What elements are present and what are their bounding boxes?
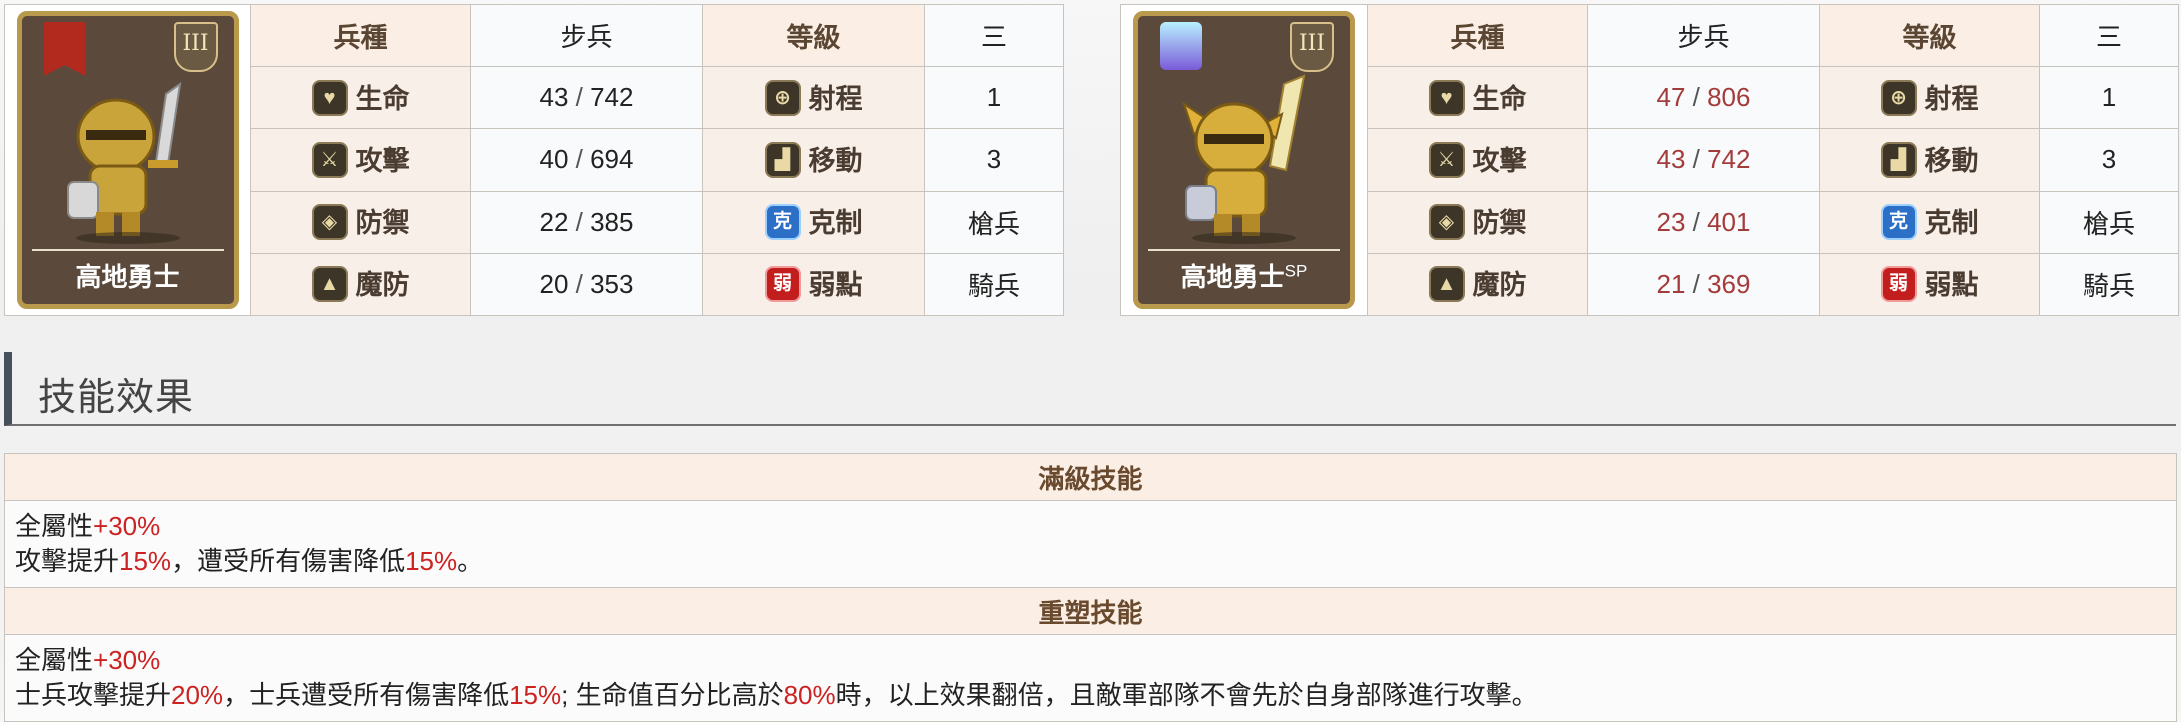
rank-badge: III (1290, 22, 1334, 72)
skill-text: 士兵攻擊提升 (15, 680, 172, 710)
highlight-value: 15% (119, 546, 172, 576)
unit-name: 高地勇士 (31, 249, 224, 294)
heart-icon: ♥ (1428, 79, 1465, 116)
skill-text: ; 生命值百分比高於 (561, 680, 784, 710)
counter-icon: 克 (1880, 204, 1917, 241)
faction-banner-icon (43, 22, 86, 76)
skill-text: 全屬性 (15, 511, 94, 541)
golden-winged-knight-icon (1182, 74, 1306, 244)
skill-text: ，士兵遭受所有傷害降低 (223, 680, 510, 710)
skill-header-remake: 重塑技能 (4, 587, 2177, 635)
shield-icon: ◈ (311, 204, 348, 241)
skill-line: 全屬性+30% (15, 509, 2166, 544)
shield-icon: ◈ (1428, 204, 1465, 241)
stat-value-hp: 43 / 742 (470, 66, 703, 130)
level-label: 等級 (1819, 3, 2040, 68)
skill-text: 。 (457, 546, 484, 576)
stat-label-move: ▟ 移動 (702, 128, 925, 192)
heart-icon: ♥ (311, 79, 348, 116)
stat-value-move: 3 (2039, 128, 2179, 192)
skill-header-max: 滿級技能 (4, 453, 2177, 501)
stat-value-def: 23 / 401 (1587, 190, 1820, 254)
stat-label-def: ◈ 防禦 (1367, 190, 1588, 254)
type-value: 步兵 (470, 3, 703, 68)
highlight-value: +30% (93, 645, 161, 675)
stat-value-counter: 槍兵 (924, 190, 1064, 254)
stat-value-def: 22 / 385 (470, 190, 703, 254)
hat-icon: ▲ (311, 266, 348, 303)
stat-label-weakness: 弱弱點 (1819, 252, 2040, 317)
skill-line: 全屬性+30% (15, 643, 2166, 678)
stat-value-mdef: 21 / 369 (1587, 252, 1820, 317)
type-label: 兵種 (250, 3, 471, 68)
stat-label-mdef: ▲ 魔防 (1367, 252, 1588, 317)
sp-banner-icon (1160, 22, 1202, 70)
stat-value-range: 1 (2039, 66, 2179, 130)
skill-body-remake: 全屬性+30% 士兵攻擊提升20%，士兵遭受所有傷害降低15%; 生命值百分比高… (4, 634, 2177, 722)
weakness-icon: 弱 (764, 266, 801, 303)
skill-text: 攻擊提升 (15, 546, 120, 576)
counter-icon: 克 (764, 204, 801, 241)
stat-value-atk: 43 / 742 (1587, 128, 1820, 192)
stat-value-hp: 47 / 806 (1587, 66, 1820, 130)
stat-label-mdef: ▲ 魔防 (250, 252, 471, 317)
sword-icon: ⚔ (1428, 141, 1465, 178)
boot-icon: ▟ (1880, 141, 1917, 178)
hat-icon: ▲ (1428, 266, 1465, 303)
unit-table-2: III 高地勇士SP 兵種 步兵 等級 三 ♥ 生命 47 / 806 ⊕ 射程… (1120, 3, 2179, 317)
unit-table-1: III 高地勇士 兵種 步兵 等級 三 ♥ 生命 43 / 742 ⊕ 射程 1… (4, 3, 1064, 317)
unit-portrait[interactable]: III 高地勇士 (4, 4, 251, 316)
stat-value-mdef: 20 / 353 (470, 252, 703, 317)
stat-label-weakness: 弱弱點 (702, 252, 925, 317)
stat-value-range: 1 (924, 66, 1064, 130)
crosshair-icon: ⊕ (1880, 79, 1917, 116)
weakness-icon: 弱 (1880, 266, 1917, 303)
stat-label-atk: ⚔ 攻擊 (1367, 128, 1588, 192)
stat-label-hp: ♥ 生命 (250, 66, 471, 130)
stat-label-counter: 克克制 (1819, 190, 2040, 254)
stat-label-move: ▟ 移動 (1819, 128, 2040, 192)
stat-label-counter: 克克制 (702, 190, 925, 254)
stat-value-weakness: 騎兵 (924, 252, 1064, 317)
skill-line: 士兵攻擊提升20%，士兵遭受所有傷害降低15%; 生命值百分比高於80%時，以上… (15, 678, 2166, 713)
skill-text: ，遭受所有傷害降低 (171, 546, 406, 576)
level-value: 三 (924, 3, 1064, 68)
stat-label-range: ⊕ 射程 (702, 66, 925, 130)
stat-value-counter: 槍兵 (2039, 190, 2179, 254)
unit-name-sp: 高地勇士SP (1148, 249, 1340, 294)
stat-value-move: 3 (924, 128, 1064, 192)
crosshair-icon: ⊕ (764, 79, 801, 116)
skill-table: 滿級技能 全屬性+30% 攻擊提升15%，遭受所有傷害降低15%。 重塑技能 全… (4, 453, 2177, 722)
type-value: 步兵 (1587, 3, 1820, 68)
highlight-value: 80% (783, 680, 836, 710)
stat-label-atk: ⚔ 攻擊 (250, 128, 471, 192)
rank-badge: III (173, 22, 218, 72)
level-value: 三 (2039, 3, 2179, 68)
section-title: 技能效果 (38, 375, 195, 419)
level-label: 等級 (702, 3, 925, 68)
stat-label-hp: ♥ 生命 (1367, 66, 1588, 130)
boot-icon: ▟ (764, 141, 801, 178)
stat-value-weakness: 騎兵 (2039, 252, 2179, 317)
sword-icon: ⚔ (311, 141, 348, 178)
skill-body-max: 全屬性+30% 攻擊提升15%，遭受所有傷害降低15%。 (4, 500, 2177, 588)
unit-card[interactable]: III 高地勇士 (16, 11, 239, 309)
stat-value-atk: 40 / 694 (470, 128, 703, 192)
skill-line: 攻擊提升15%，遭受所有傷害降低15%。 (15, 544, 2166, 579)
unit-card-sp[interactable]: III 高地勇士SP (1133, 11, 1355, 309)
golden-knight-icon (66, 81, 181, 244)
skill-text: 時，以上效果翻倍，且敵軍部隊不會先於自身部隊進行攻擊。 (835, 680, 1538, 710)
highlight-value: 20% (171, 680, 224, 710)
highlight-value: 15% (509, 680, 562, 710)
type-label: 兵種 (1367, 3, 1588, 68)
unit-portrait-sp[interactable]: III 高地勇士SP (1120, 4, 1368, 316)
highlight-value: 15% (405, 546, 458, 576)
section-heading: 技能效果 (4, 352, 2176, 426)
stat-label-def: ◈ 防禦 (250, 190, 471, 254)
stat-label-range: ⊕ 射程 (1819, 66, 2040, 130)
skill-text: 全屬性 (15, 645, 94, 675)
highlight-value: +30% (93, 511, 161, 541)
